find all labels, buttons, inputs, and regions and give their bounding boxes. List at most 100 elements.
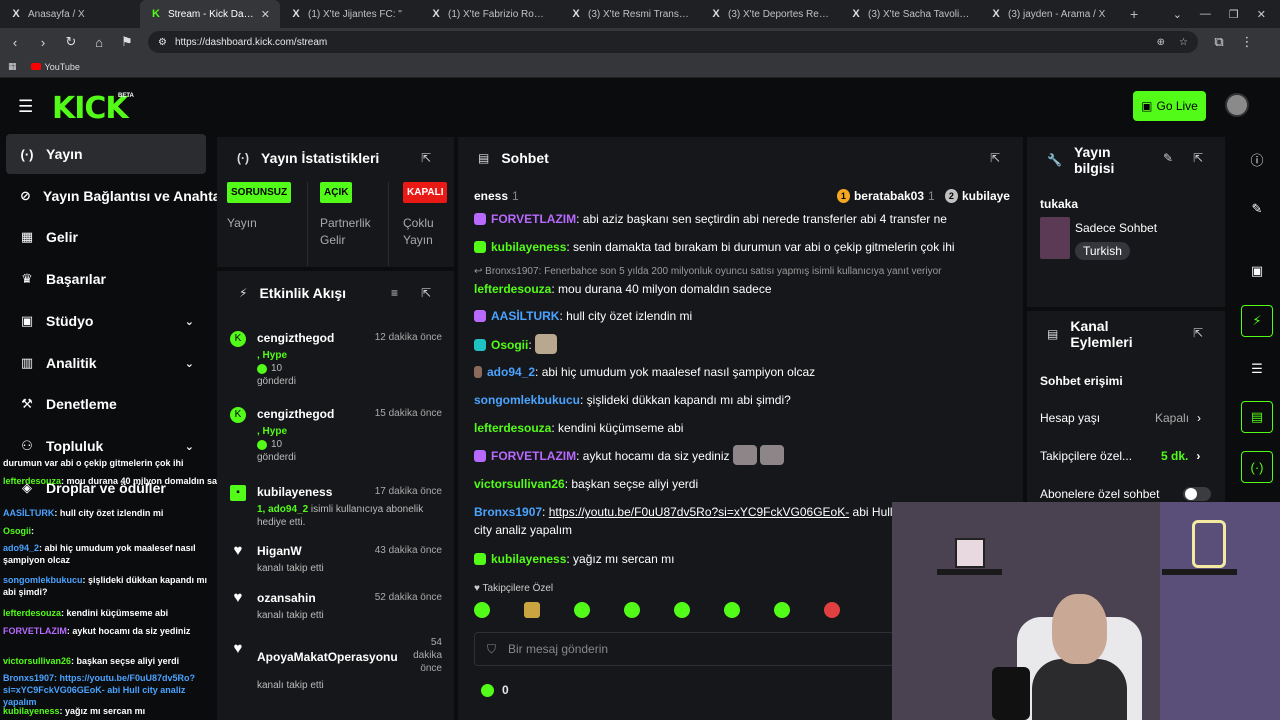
- browser-tab[interactable]: X (3) X'te Deportes Reports: "Ga: [700, 0, 840, 28]
- emote-icon[interactable]: [474, 602, 490, 618]
- sidebar-item-studyo[interactable]: ▣ Stüdyo ⌄: [6, 301, 206, 341]
- reload-icon[interactable]: ↻: [64, 34, 78, 50]
- browser-tab[interactable]: X (3) X'te Sacha Tavolieri: ": [840, 0, 980, 28]
- emote-icon[interactable]: [824, 602, 840, 618]
- activity-time: 43 dakika önce: [374, 545, 442, 556]
- chat-username[interactable]: lefterdesouza: [474, 282, 551, 296]
- chat-username[interactable]: ado94_2: [487, 365, 535, 379]
- chat-message: ado94_2: abi hiç umudum yok maalesef nas…: [474, 363, 999, 381]
- activity-username[interactable]: cengizthegod: [257, 331, 334, 345]
- go-live-icon: ▣: [1141, 99, 1153, 113]
- close-tab-icon[interactable]: ✕: [261, 8, 270, 21]
- chat-username[interactable]: kubilayeness: [491, 240, 566, 254]
- filter-icon[interactable]: ≡: [391, 286, 398, 300]
- stat-stream: SORUNSUZ Yayın: [227, 182, 307, 266]
- url-bar[interactable]: ⚙ https://dashboard.kick.com/stream ⊕ ☆: [148, 31, 1198, 53]
- account-age-select[interactable]: Kapalı ›: [1155, 411, 1201, 425]
- browser-tab[interactable]: X (1) X'te Fabrizio Romano: ": [420, 0, 560, 28]
- chat-text: : abi aziz başkanı sen seçtirdin abi ner…: [576, 212, 947, 226]
- chat-points[interactable]: 0: [481, 683, 509, 697]
- user-badge-icon: [474, 366, 482, 378]
- activity-username[interactable]: HiganW: [257, 544, 302, 558]
- activity-desc: kanalı takip etti: [257, 680, 324, 691]
- trophy-icon: ♛: [21, 271, 33, 286]
- avatar[interactable]: [1225, 93, 1249, 117]
- hamburger-icon[interactable]: ☰: [18, 97, 33, 117]
- popout-icon[interactable]: ⇱: [421, 286, 431, 300]
- chat-username[interactable]: Bronxs1907: [474, 505, 542, 519]
- chat-username[interactable]: FORVETLAZIM: [491, 449, 576, 463]
- activity-username[interactable]: ApoyaMakatOperasyonu: [257, 650, 398, 664]
- zoom-icon[interactable]: ⊕: [1157, 37, 1165, 48]
- back-icon[interactable]: ‹: [8, 35, 22, 50]
- emote-icon[interactable]: [674, 602, 690, 618]
- edit-icon[interactable]: ✎: [1163, 151, 1173, 165]
- chat-username[interactable]: victorsullivan26: [474, 477, 565, 491]
- star-icon[interactable]: ☆: [1179, 37, 1188, 48]
- apps-icon[interactable]: ▦: [8, 61, 17, 72]
- list-icon[interactable]: ☰: [1241, 353, 1273, 385]
- video-icon[interactable]: ▣: [1241, 255, 1273, 287]
- emote-icon[interactable]: [624, 602, 640, 618]
- popout-icon[interactable]: ⇱: [990, 151, 1000, 165]
- edit-icon[interactable]: ✎: [1241, 193, 1273, 225]
- chat-username[interactable]: Osogii: [491, 338, 528, 352]
- overlay-username: victorsullivan26: [3, 656, 72, 666]
- browser-toolbar: ‹ › ↻ ⌂ ⚑ ⚙ https://dashboard.kick.com/s…: [0, 28, 1280, 56]
- gifter-name[interactable]: kubilaye: [962, 189, 1010, 203]
- sidebar-item-analitik[interactable]: ▥ Analitik ⌄: [6, 343, 206, 383]
- sidebar-item-stream-key[interactable]: ⊘ Yayın Bağlantısı ve Anahtarı: [6, 176, 230, 216]
- browser-tab[interactable]: X (3) jayden - Arama / X: [980, 0, 1120, 28]
- close-window-icon[interactable]: ✕: [1257, 8, 1266, 21]
- go-live-button[interactable]: ▣ Go Live: [1133, 91, 1206, 121]
- site-info-icon[interactable]: ⚙: [158, 37, 167, 48]
- chat-link[interactable]: https://youtu.be/F0uU87dv5Ro?si=xYC9FckV…: [549, 505, 850, 519]
- popout-icon[interactable]: ⇱: [1193, 326, 1203, 340]
- forward-icon[interactable]: ›: [36, 35, 50, 50]
- sidebar-item-label: Gelir: [46, 229, 78, 245]
- emote-icon[interactable]: [774, 602, 790, 618]
- browser-tab-active[interactable]: K Stream - Kick Dashboard ✕: [140, 0, 280, 28]
- chat-username[interactable]: lefterdesouza: [474, 421, 551, 435]
- maximize-icon[interactable]: ❐: [1229, 8, 1239, 21]
- extension-icon[interactable]: ⧉: [1212, 34, 1226, 50]
- chat-username[interactable]: AASİLTURK: [491, 309, 559, 323]
- home-icon[interactable]: ⌂: [92, 35, 106, 50]
- stream-category[interactable]: Sadece Sohbet: [1075, 221, 1157, 235]
- lightning-icon[interactable]: ⚡: [1241, 305, 1273, 337]
- bookmark-icon[interactable]: ⚑: [120, 34, 134, 50]
- emote-icon[interactable]: [574, 602, 590, 618]
- emote-icon[interactable]: [524, 602, 540, 618]
- browser-tab[interactable]: X Anasayfa / X: [0, 0, 140, 28]
- tab-list-icon[interactable]: ⌄: [1173, 8, 1182, 21]
- chat-input[interactable]: ⛉ Bir mesaj gönderin: [474, 632, 894, 666]
- bookmark-youtube[interactable]: YouTube: [30, 62, 80, 72]
- browser-tab[interactable]: X (1) X'te Jijantes FC: ": [280, 0, 420, 28]
- activity-username[interactable]: cengizthegod: [257, 407, 334, 421]
- followers-only-select[interactable]: 5 dk. ›: [1161, 449, 1200, 463]
- chat-username[interactable]: FORVETLAZIM: [491, 212, 576, 226]
- gifter-name[interactable]: eness: [474, 189, 508, 203]
- minimize-icon[interactable]: —: [1200, 8, 1211, 21]
- popout-icon[interactable]: ⇱: [421, 151, 431, 165]
- kick-logo[interactable]: KICK: [52, 91, 129, 126]
- sidebar-item-denetleme[interactable]: ⚒ Denetleme: [6, 384, 206, 424]
- activity-username[interactable]: ozansahin: [257, 591, 316, 605]
- emote-icon[interactable]: [724, 602, 740, 618]
- new-tab-icon[interactable]: +: [1120, 6, 1148, 22]
- chat-icon[interactable]: ▤: [1241, 401, 1273, 433]
- broadcast-icon[interactable]: (·): [1241, 451, 1273, 483]
- toggle-knob: [1185, 488, 1197, 500]
- gifter-name[interactable]: beratabak03: [854, 189, 924, 203]
- sidebar-item-yayin[interactable]: (·) Yayın: [6, 134, 206, 174]
- info-icon[interactable]: ⓘ: [1241, 143, 1273, 175]
- chat-username[interactable]: kubilayeness: [491, 552, 566, 566]
- chat-username[interactable]: songomlekbukucu: [474, 393, 580, 407]
- activity-username[interactable]: kubilayeness: [257, 485, 332, 499]
- sidebar-item-gelir[interactable]: ▦ Gelir: [6, 217, 206, 257]
- browser-tab[interactable]: X (3) X'te Resmi Transfer: "Oyun: [560, 0, 700, 28]
- sidebar-item-basarilar[interactable]: ♛ Başarılar: [6, 259, 206, 299]
- menu-icon[interactable]: ⋮: [1240, 34, 1254, 50]
- subscribers-only-toggle[interactable]: [1183, 487, 1211, 501]
- popout-icon[interactable]: ⇱: [1193, 151, 1203, 165]
